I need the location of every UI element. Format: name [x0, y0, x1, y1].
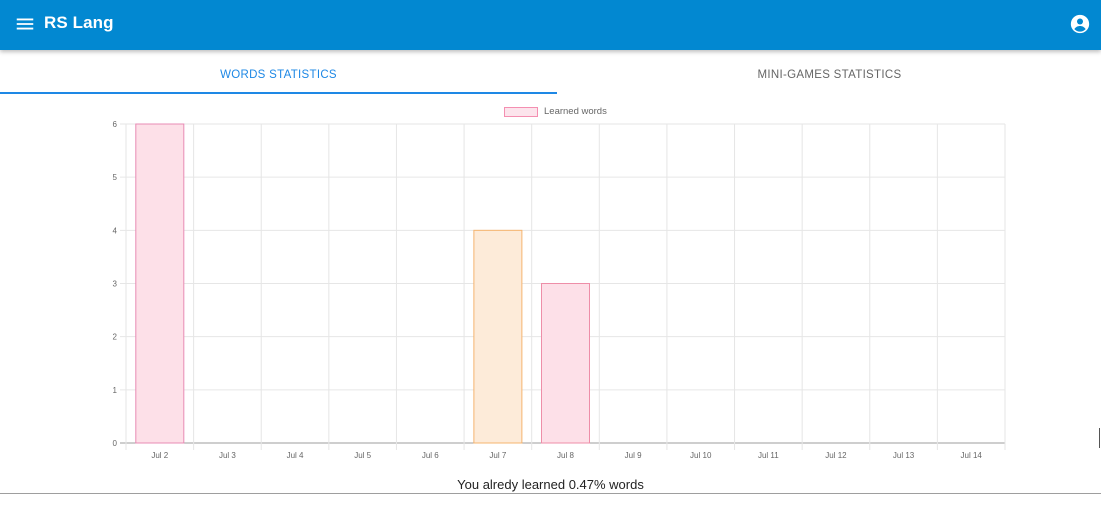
- x-tick-label: Jul 9: [625, 451, 642, 460]
- x-tick-label: Jul 8: [557, 451, 574, 460]
- scrollbar-edge: [1099, 428, 1100, 448]
- active-tab-indicator: [0, 92, 557, 94]
- y-tick-label: 2: [113, 333, 118, 342]
- x-tick-label: Jul 4: [287, 451, 304, 460]
- menu-icon: [16, 18, 34, 30]
- y-tick-label: 0: [113, 439, 118, 448]
- y-tick-label: 6: [113, 120, 118, 129]
- divider: [0, 493, 1101, 494]
- tab-words-statistics[interactable]: WORDS STATISTICS: [0, 54, 557, 95]
- x-tick-label: Jul 10: [690, 451, 712, 460]
- account-button[interactable]: [1070, 14, 1090, 34]
- x-tick-label: Jul 3: [219, 451, 236, 460]
- x-tick-label: Jul 12: [825, 451, 847, 460]
- bar-jul-2: [135, 123, 185, 444]
- x-tick-label: Jul 13: [893, 451, 915, 460]
- x-tick-label: Jul 5: [354, 451, 371, 460]
- x-tick-label: Jul 2: [151, 451, 168, 460]
- learned-summary: You alredy learned 0.47% words: [457, 477, 644, 492]
- bar-jul-7: [473, 229, 523, 444]
- x-tick-label: Jul 7: [489, 451, 506, 460]
- x-tick-label: Jul 6: [422, 451, 439, 460]
- y-tick-label: 5: [113, 173, 118, 182]
- app-title: RS Lang: [44, 13, 114, 32]
- app-bar: RS Lang: [0, 0, 1101, 50]
- x-tick-label: Jul 11: [758, 451, 779, 460]
- menu-button[interactable]: [14, 13, 36, 35]
- statistics-tabs: WORDS STATISTICS MINI-GAMES STATISTICS: [0, 54, 1101, 96]
- y-tick-label: 3: [113, 280, 118, 289]
- y-tick-label: 1: [113, 386, 118, 395]
- y-tick-label: 4: [113, 226, 118, 235]
- learned-words-chart: 0 1 2 3 4 5 6 Jul 2 Jul 3 Jul 4 Jul 5 Jul 6 Jul 7 Jul…: [113, 120, 1006, 460]
- account-circle-icon: [1070, 14, 1090, 34]
- tab-mini-games-statistics[interactable]: MINI-GAMES STATISTICS: [558, 54, 1101, 95]
- bar-jul-8: [540, 283, 591, 444]
- x-tick-label: Jul 14: [961, 451, 983, 460]
